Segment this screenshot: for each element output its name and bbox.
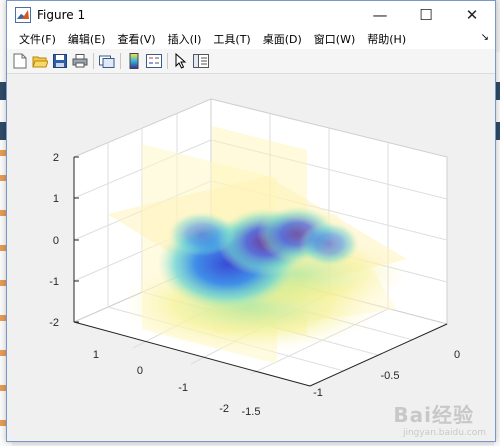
baidu-watermark: Bai经验 xyxy=(393,403,474,427)
close-button[interactable]: ✕ xyxy=(449,1,495,29)
open-file-icon[interactable] xyxy=(30,51,50,71)
new-figure-icon[interactable] xyxy=(10,51,30,71)
menu-window[interactable]: 窗口(W) xyxy=(308,31,361,47)
colorbar-icon[interactable] xyxy=(124,51,144,71)
property-inspector-icon[interactable] xyxy=(191,51,211,71)
toolbar-separator xyxy=(167,53,168,69)
figure-toolbar xyxy=(7,49,495,74)
title-bar[interactable]: Figure 1 — ☐ ✕ xyxy=(7,1,495,29)
x-tick-label: 0 xyxy=(454,349,460,361)
toolbar-separator xyxy=(120,53,121,69)
z-tick-label: -1 xyxy=(49,276,59,288)
maximize-button[interactable]: ☐ xyxy=(403,1,449,29)
menu-view[interactable]: 查看(V) xyxy=(111,31,161,47)
menu-bar: 文件(F) 编辑(E) 查看(V) 插入(I) 工具(T) 桌面(D) 窗口(W… xyxy=(7,29,495,49)
link-plot-icon[interactable] xyxy=(97,51,117,71)
z-tick-label: 1 xyxy=(53,193,59,205)
window-title: Figure 1 xyxy=(37,8,86,22)
baidu-watermark-url: jingyan.baidu.com xyxy=(402,428,486,438)
x-tick-label: -0.5 xyxy=(381,370,400,382)
z-tick-label: -2 xyxy=(49,317,59,329)
menu-file[interactable]: 文件(F) xyxy=(13,31,62,47)
menu-help[interactable]: 帮助(H) xyxy=(361,31,412,47)
pointer-icon[interactable] xyxy=(171,51,191,71)
y-tick-label: 1 xyxy=(93,349,99,361)
menu-tools[interactable]: 工具(T) xyxy=(207,31,256,47)
figure-window: Figure 1 — ☐ ✕ 文件(F) 编辑(E) 查看(V) 插入(I) 工… xyxy=(6,0,496,442)
minimize-button[interactable]: — xyxy=(357,1,403,29)
toolbar-separator xyxy=(93,53,94,69)
x-tick-label: -1 xyxy=(313,387,323,399)
save-icon[interactable] xyxy=(50,51,70,71)
z-tick-label: 2 xyxy=(53,152,59,164)
menu-edit[interactable]: 编辑(E) xyxy=(62,31,112,47)
x-tick-label: -1.5 xyxy=(242,406,261,418)
y-tick-label: -2 xyxy=(219,403,229,415)
menu-overflow-icon[interactable]: ↘ xyxy=(481,32,489,43)
menu-insert[interactable]: 插入(I) xyxy=(162,31,208,47)
legend-icon[interactable] xyxy=(144,51,164,71)
z-tick-label: 0 xyxy=(53,235,59,247)
print-icon[interactable] xyxy=(70,51,90,71)
y-tick-label: 0 xyxy=(137,365,143,377)
figure-canvas[interactable]: 2 1 0 -1 -2 1 0 -1 -2 0 -0.5 -1 -1.5 xyxy=(7,74,495,441)
matlab-icon xyxy=(15,7,31,23)
menu-desktop[interactable]: 桌面(D) xyxy=(257,31,308,47)
y-tick-label: -1 xyxy=(178,382,188,394)
3d-axes[interactable]: 2 1 0 -1 -2 1 0 -1 -2 0 -0.5 -1 -1.5 xyxy=(7,74,495,441)
